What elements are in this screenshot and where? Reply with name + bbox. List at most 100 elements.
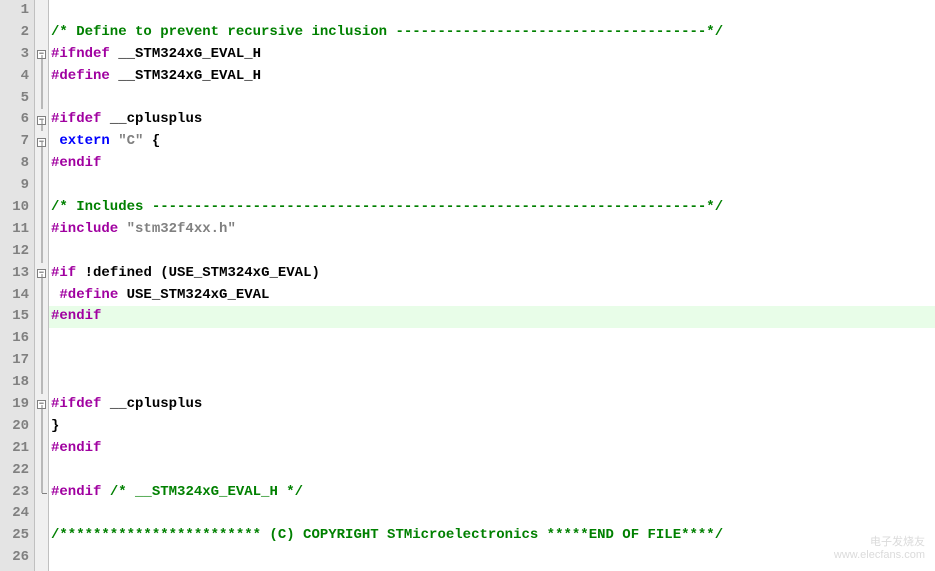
line-number: 12	[0, 241, 34, 263]
fold-cell	[35, 88, 48, 110]
code-line[interactable]: /* Define to prevent recursive inclusion…	[49, 22, 935, 44]
fold-cell	[35, 547, 48, 569]
fold-cell	[35, 22, 48, 44]
code-token	[101, 396, 109, 412]
line-number: 15	[0, 306, 34, 328]
code-token: __STM324xG_EVAL_H	[118, 46, 261, 62]
line-number: 10	[0, 197, 34, 219]
code-line[interactable]: #ifdef __cplusplus	[49, 394, 935, 416]
code-token: __cplusplus	[110, 396, 202, 412]
fold-cell	[35, 197, 48, 219]
code-line[interactable]	[49, 328, 935, 350]
code-token: defined	[93, 265, 152, 281]
code-editor: 1234567891011121314151617181920212223242…	[0, 0, 935, 571]
code-token: {	[152, 133, 160, 149]
code-token	[101, 111, 109, 127]
code-token	[110, 133, 118, 149]
code-token: #endif	[51, 155, 101, 171]
line-number: 4	[0, 66, 34, 88]
line-number: 25	[0, 525, 34, 547]
code-token	[118, 221, 126, 237]
code-line[interactable]	[49, 547, 935, 569]
code-line[interactable]	[49, 88, 935, 110]
code-token	[110, 68, 118, 84]
code-token: USE_STM324xG_EVAL	[169, 265, 312, 281]
fold-cell	[35, 503, 48, 525]
code-token: }	[51, 418, 59, 434]
code-line[interactable]: /************************ (C) COPYRIGHT …	[49, 525, 935, 547]
line-number-gutter: 1234567891011121314151617181920212223242…	[0, 0, 35, 571]
fold-cell	[35, 482, 48, 504]
line-number: 13	[0, 263, 34, 285]
code-line[interactable]: extern "C" {	[49, 131, 935, 153]
line-number: 2	[0, 22, 34, 44]
fold-cell	[35, 219, 48, 241]
code-line[interactable]: #define USE_STM324xG_EVAL	[49, 285, 935, 307]
code-line[interactable]	[49, 503, 935, 525]
line-number: 8	[0, 153, 34, 175]
code-token: /* Define to prevent recursive inclusion…	[51, 24, 723, 40]
code-line[interactable]	[49, 460, 935, 482]
code-line[interactable]: #endif /* __STM324xG_EVAL_H */	[49, 482, 935, 504]
code-line[interactable]: #endif	[49, 153, 935, 175]
line-number: 14	[0, 285, 34, 307]
fold-cell: −	[35, 131, 48, 153]
code-line[interactable]: #endif	[49, 438, 935, 460]
code-token: #include	[51, 221, 118, 237]
line-number: 22	[0, 460, 34, 482]
code-line[interactable]: #define __STM324xG_EVAL_H	[49, 66, 935, 88]
code-line[interactable]: }	[49, 416, 935, 438]
code-token: #define	[51, 68, 110, 84]
code-line[interactable]: /* Includes ----------------------------…	[49, 197, 935, 219]
fold-cell	[35, 350, 48, 372]
code-token	[118, 287, 126, 303]
line-number: 3	[0, 44, 34, 66]
code-token: "stm32f4xx.h"	[127, 221, 236, 237]
fold-cell	[35, 525, 48, 547]
fold-column: −−−−−	[35, 0, 49, 571]
code-token	[143, 133, 151, 149]
fold-cell	[35, 306, 48, 328]
code-line[interactable]	[49, 0, 935, 22]
code-token: /* Includes ----------------------------…	[51, 199, 723, 215]
code-line[interactable]: #endif	[49, 306, 935, 328]
code-token: __STM324xG_EVAL_H	[118, 68, 261, 84]
fold-cell: −	[35, 263, 48, 285]
code-token	[76, 265, 84, 281]
watermark-line2: www.elecfans.com	[834, 549, 925, 561]
line-number: 26	[0, 547, 34, 569]
code-area[interactable]: /* Define to prevent recursive inclusion…	[49, 0, 935, 571]
code-line[interactable]: #include "stm32f4xx.h"	[49, 219, 935, 241]
code-line[interactable]: #if !defined (USE_STM324xG_EVAL)	[49, 263, 935, 285]
code-token: )	[311, 265, 319, 281]
watermark-line1: 电子发烧友	[834, 533, 925, 549]
code-token: #ifdef	[51, 396, 101, 412]
code-line[interactable]: #ifdef __cplusplus	[49, 109, 935, 131]
code-token: #if	[51, 265, 76, 281]
fold-cell: −	[35, 44, 48, 66]
code-token: #ifdef	[51, 111, 101, 127]
code-token: #endif	[51, 440, 101, 456]
line-number: 1	[0, 0, 34, 22]
code-token: !	[85, 265, 93, 281]
code-token: /************************ (C) COPYRIGHT …	[51, 527, 723, 543]
fold-cell	[35, 0, 48, 22]
line-number: 7	[0, 131, 34, 153]
code-line[interactable]	[49, 350, 935, 372]
fold-cell	[35, 438, 48, 460]
line-number: 6	[0, 109, 34, 131]
fold-cell	[35, 460, 48, 482]
line-number: 11	[0, 219, 34, 241]
code-line[interactable]	[49, 372, 935, 394]
code-token: #endif	[51, 484, 101, 500]
fold-cell	[35, 285, 48, 307]
code-token	[101, 484, 109, 500]
code-line[interactable]	[49, 175, 935, 197]
code-token	[152, 265, 160, 281]
line-number: 17	[0, 350, 34, 372]
code-token	[110, 46, 118, 62]
line-number: 5	[0, 88, 34, 110]
code-line[interactable]	[49, 241, 935, 263]
code-token: #endif	[51, 308, 101, 324]
code-line[interactable]: #ifndef __STM324xG_EVAL_H	[49, 44, 935, 66]
